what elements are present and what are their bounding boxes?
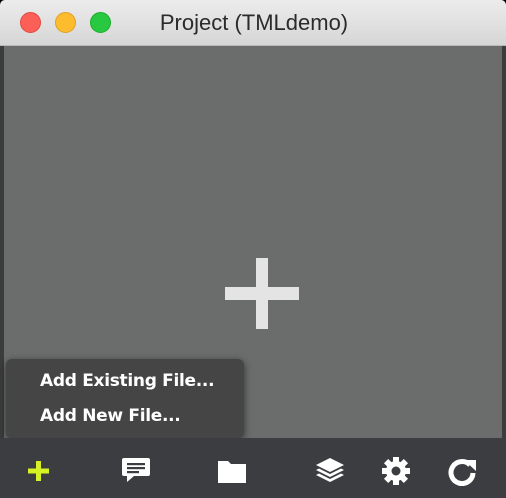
- comment-button[interactable]: [120, 456, 152, 486]
- comment-icon: [122, 458, 150, 482]
- add-file-plus-icon[interactable]: [225, 258, 299, 329]
- plus-vertical-bar: [256, 258, 268, 329]
- menu-item-add-new-file[interactable]: Add New File...: [40, 406, 181, 426]
- refresh-icon: [448, 459, 476, 486]
- refresh-button[interactable]: [446, 456, 478, 486]
- folder-icon: [218, 461, 246, 483]
- layers-button[interactable]: [314, 456, 346, 486]
- layers-icon: [316, 458, 344, 482]
- gear-icon: [382, 457, 410, 485]
- menu-item-add-existing-file[interactable]: Add Existing File...: [40, 371, 215, 391]
- bottom-toolbar: [0, 438, 506, 498]
- plus-icon: [28, 461, 49, 481]
- add-file-popup-menu: Add Existing File... Add New File...: [6, 359, 244, 438]
- window-title: Project (TMLdemo): [159, 10, 349, 35]
- title-bar[interactable]: Project (TMLdemo): [0, 0, 506, 46]
- window-edge-right: [502, 46, 506, 438]
- add-button[interactable]: [24, 456, 56, 486]
- settings-button[interactable]: [380, 456, 412, 486]
- folder-button[interactable]: [216, 456, 248, 486]
- project-window: Project (TMLdemo) Add Existing File... A…: [0, 0, 506, 498]
